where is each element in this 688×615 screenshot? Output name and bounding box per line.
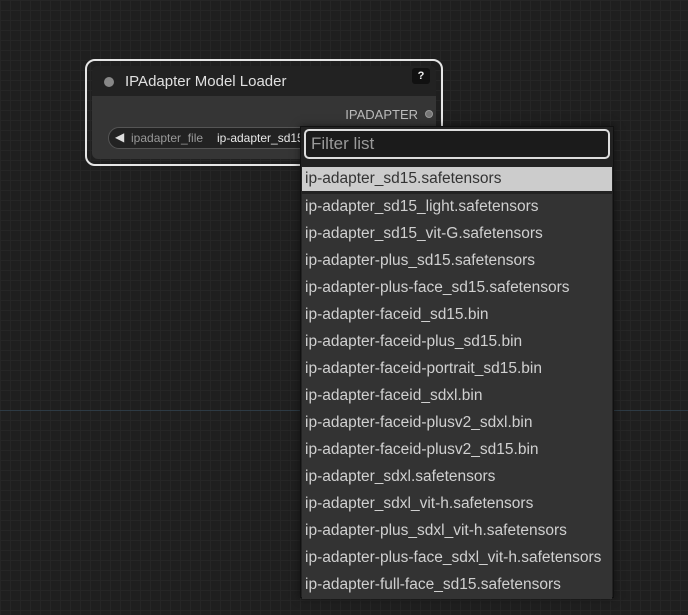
dropdown-item[interactable]: ip-adapter-faceid_sd15.bin (302, 302, 612, 329)
dropdown-item[interactable]: ip-adapter-plus-face_sd15.safetensors (302, 275, 612, 302)
dropdown-item[interactable]: ip-adapter-plus_sdxl_vit-h.safetensors (302, 518, 612, 545)
dropdown-item[interactable]: ip-adapter_sdxl_vit-h.safetensors (302, 491, 612, 518)
node-header[interactable]: IPAdapter Model Loader ? (92, 66, 436, 96)
dropdown-item[interactable]: ip-adapter_sdxl.safetensors (302, 464, 612, 491)
dropdown-item[interactable]: ip-adapter-plus-face_sdxl_vit-h.safetens… (302, 545, 612, 572)
left-arrow-icon[interactable]: ◀ (115, 130, 124, 144)
dropdown-item[interactable]: ip-adapter-faceid_sdxl.bin (302, 383, 612, 410)
output-label-ipadapter: IPADAPTER (345, 107, 418, 122)
node-title: IPAdapter Model Loader (125, 73, 287, 90)
dropdown-item[interactable]: ip-adapter-plus_sd15.safetensors (302, 248, 612, 275)
dropdown-item[interactable]: ip-adapter-faceid-plus_sd15.bin (302, 329, 612, 356)
dropdown-list: ip-adapter_sd15.safetensors ip-adapter_sd… (302, 167, 612, 599)
node-status-dot-icon[interactable] (104, 77, 114, 87)
dropdown-item[interactable]: ip-adapter-faceid-plusv2_sdxl.bin (302, 410, 612, 437)
dropdown-item[interactable]: ip-adapter_sd15_vit-G.safetensors (302, 221, 612, 248)
filter-list-input[interactable] (304, 129, 610, 159)
combo-dropdown-menu: ip-adapter_sd15.safetensors ip-adapter_sd… (300, 126, 614, 599)
help-button[interactable]: ? (412, 68, 430, 84)
dropdown-item[interactable]: ip-adapter-full-face_sd15.safetensors (302, 572, 612, 599)
graph-canvas[interactable]: IPAdapter Model Loader ? IPADAPTER ◀ ipa… (0, 0, 688, 615)
dropdown-item[interactable]: ip-adapter-faceid-plusv2_sd15.bin (302, 437, 612, 464)
dropdown-item[interactable]: ip-adapter_sd15.safetensors (302, 167, 612, 191)
output-slot-icon[interactable] (425, 110, 433, 118)
combo-widget-name: ipadapter_file (131, 131, 204, 145)
dropdown-item[interactable]: ip-adapter_sd15_light.safetensors (302, 194, 612, 221)
dropdown-item[interactable]: ip-adapter-faceid-portrait_sd15.bin (302, 356, 612, 383)
